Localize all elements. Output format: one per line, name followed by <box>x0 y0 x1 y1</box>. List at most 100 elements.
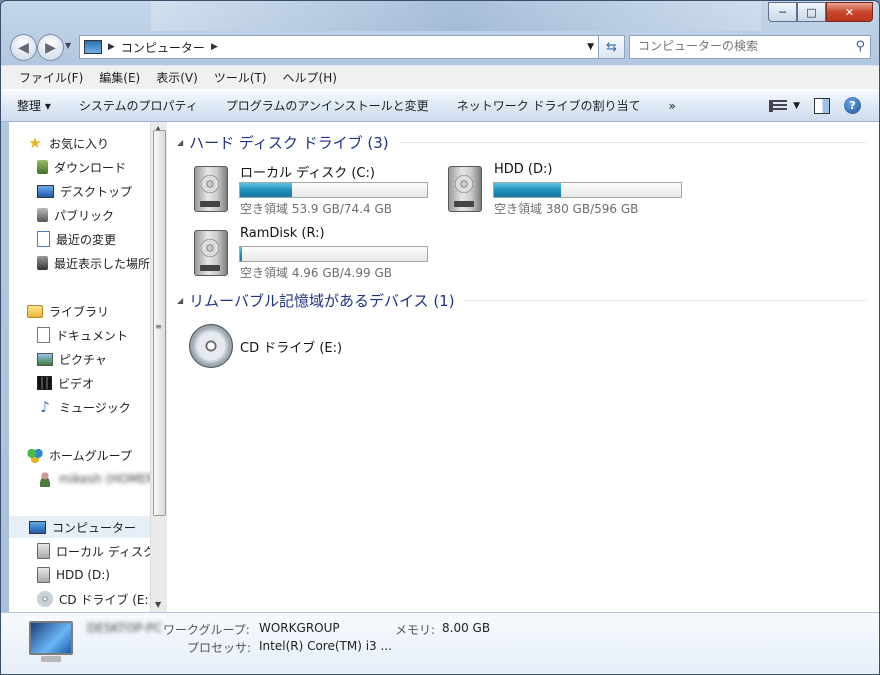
usage-bar-fill <box>240 183 293 197</box>
explorer-window: ─ □ ✕ ◀ ▶ ▼ ▶ コンピューター ▶ ▼ ⇆ ⚲ ファイル(F) 編集… <box>0 0 880 675</box>
menu-edit[interactable]: 編集(E) <box>91 69 148 86</box>
nav-label: デスクトップ <box>60 184 133 199</box>
back-button[interactable]: ◀ <box>10 34 37 61</box>
menu-tools[interactable]: ツール(T) <box>206 69 275 86</box>
address-dropdown-icon[interactable]: ▼ <box>587 42 594 52</box>
search-box[interactable]: ⚲ <box>629 35 871 59</box>
computer-name: DESKTOP-PC <box>87 621 163 635</box>
uninstall-programs-button[interactable]: プログラムのアンインストールと変更 <box>226 97 429 114</box>
nav-label: ホームグループ <box>49 448 132 463</box>
user-icon <box>37 471 53 487</box>
recent-places-icon <box>37 256 48 270</box>
breadcrumb-chevron-icon[interactable]: ▶ <box>108 42 115 52</box>
close-button[interactable]: ✕ <box>826 2 873 22</box>
nav-downloads[interactable]: ダウンロード <box>37 156 126 178</box>
menu-help[interactable]: ヘルプ(H) <box>275 69 345 86</box>
organize-button[interactable]: 整理 ▾ <box>17 97 51 114</box>
public-folder-icon <box>37 208 48 222</box>
address-row: ◀ ▶ ▼ ▶ コンピューター ▶ ▼ ⇆ ⚲ <box>1 31 879 65</box>
drive-free-space: 空き領域 380 GB/596 GB <box>494 202 639 216</box>
nav-desktop[interactable]: デスクトップ <box>37 180 132 202</box>
content-area: ◢ ハード ディスク ドライブ (3) ローカル ディスク (C:) 空き領域 … <box>167 122 879 612</box>
collapse-triangle-icon[interactable]: ◢ <box>177 138 183 147</box>
drive-name: ローカル ディスク (C:) <box>240 166 375 181</box>
nav-drive-c[interactable]: ローカル ディスク (C:) <box>37 540 150 562</box>
nav-recent-places[interactable]: 最近表示した場所 <box>37 252 150 274</box>
nav-favorites[interactable]: ★ お気に入り <box>27 132 109 154</box>
nav-drive-e[interactable]: CD ドライブ (E:) <box>37 588 150 610</box>
usage-bar <box>239 246 428 262</box>
memory-value: 8.00 GB <box>442 621 491 635</box>
hard-drive-icon <box>194 230 228 276</box>
music-icon: ♪ <box>40 398 50 416</box>
hard-drive-icon <box>37 543 50 559</box>
group-divider <box>464 300 867 301</box>
nav-documents[interactable]: ドキュメント <box>37 324 128 346</box>
nav-label: ミュージック <box>59 400 131 415</box>
drive-tile-d[interactable]: HDD (D:) 空き領域 380 GB/596 GB <box>448 162 688 218</box>
usage-bar-fill <box>240 247 242 261</box>
computer-icon <box>29 520 46 534</box>
group-header-removable[interactable]: ◢ リムーバブル記憶域があるデバイス (1) <box>177 290 867 311</box>
library-icon <box>27 304 43 318</box>
group-header-hdd[interactable]: ◢ ハード ディスク ドライブ (3) <box>177 132 867 153</box>
homegroup-icon <box>27 447 43 463</box>
group-title: ハード ディスク ドライブ (3) <box>189 134 389 152</box>
breadcrumb-chevron-icon[interactable]: ▶ <box>211 42 218 52</box>
nav-label: mikesh (HOMEPC) <box>59 472 150 486</box>
nav-computer[interactable]: コンピューター <box>9 516 150 538</box>
change-view-icon[interactable] <box>769 99 788 112</box>
scrollbar-grip-icon: ≡ <box>155 322 162 331</box>
nav-pictures[interactable]: ピクチャ <box>37 348 107 370</box>
help-icon[interactable]: ? <box>844 97 861 114</box>
drive-tile-c[interactable]: ローカル ディスク (C:) 空き領域 53.9 GB/74.4 GB <box>194 162 434 218</box>
recent-pages-dropdown[interactable]: ▼ <box>65 41 71 50</box>
breadcrumb-computer[interactable]: コンピューター <box>121 39 205 56</box>
nav-label: コンピューター <box>52 520 137 535</box>
usage-bar-fill <box>494 183 562 197</box>
scroll-down-icon[interactable]: ▼ <box>155 600 161 609</box>
nav-homegroup[interactable]: ホームグループ <box>27 444 132 466</box>
documents-icon <box>37 327 50 343</box>
nav-label: ライブラリ <box>49 304 110 319</box>
nav-label: ダウンロード <box>54 160 127 175</box>
memory-label: メモリ: <box>395 623 436 637</box>
command-bar-right: ▼ ? <box>769 97 861 114</box>
drive-name: RamDisk (R:) <box>240 226 325 241</box>
system-properties-button[interactable]: システムのプロパティ <box>79 97 198 114</box>
nav-label: HDD (D:) <box>56 568 110 582</box>
title-bar-background <box>151 1 761 31</box>
menu-file[interactable]: ファイル(F) <box>11 69 91 86</box>
window-controls: ─ □ ✕ <box>768 2 873 22</box>
nav-drive-d[interactable]: HDD (D:) <box>37 564 110 586</box>
forward-button[interactable]: ▶ <box>37 34 64 61</box>
refresh-button[interactable]: ⇆ <box>598 35 625 59</box>
maximize-button[interactable]: □ <box>797 2 826 22</box>
drive-tile-r[interactable]: RamDisk (R:) 空き領域 4.96 GB/4.99 GB <box>194 226 434 282</box>
details-pane: DESKTOP-PC ワークグループ: WORKGROUP メモリ: 8.00 … <box>1 612 879 674</box>
cd-drive-icon <box>189 324 233 368</box>
nav-recent-changes[interactable]: 最近の変更 <box>37 228 116 250</box>
more-commands-button[interactable]: » <box>669 99 676 113</box>
group-divider <box>398 142 867 143</box>
nav-libraries[interactable]: ライブラリ <box>27 300 109 322</box>
nav-homegroup-user[interactable]: mikesh (HOMEPC) <box>37 468 150 490</box>
nav-label: 最近表示した場所 <box>54 256 150 271</box>
preview-pane-icon[interactable] <box>814 97 830 114</box>
collapse-triangle-icon[interactable]: ◢ <box>177 296 183 305</box>
nav-videos[interactable]: ビデオ <box>37 372 94 394</box>
map-network-drive-button[interactable]: ネットワーク ドライブの割り当て <box>457 97 641 114</box>
nav-scrollbar[interactable]: ▲ ≡ ▼ <box>150 122 167 612</box>
address-bar[interactable]: ▶ コンピューター ▶ ▼ <box>79 35 599 59</box>
workgroup-label: ワークグループ: <box>163 623 250 637</box>
nav-public[interactable]: パブリック <box>37 204 114 226</box>
search-icon[interactable]: ⚲ <box>855 39 865 54</box>
navigation-pane: ★ お気に入り ダウンロード デスクトップ パブリック 最近の変更 最近表示した場… <box>9 122 150 612</box>
minimize-button[interactable]: ─ <box>768 2 797 22</box>
nav-music[interactable]: ♪ ミュージック <box>37 396 131 418</box>
menu-view[interactable]: 表示(V) <box>148 69 206 86</box>
view-dropdown-icon[interactable]: ▼ <box>793 101 800 111</box>
search-input[interactable] <box>630 36 856 56</box>
cd-drive-icon <box>37 591 53 607</box>
hard-drive-icon <box>194 166 228 212</box>
